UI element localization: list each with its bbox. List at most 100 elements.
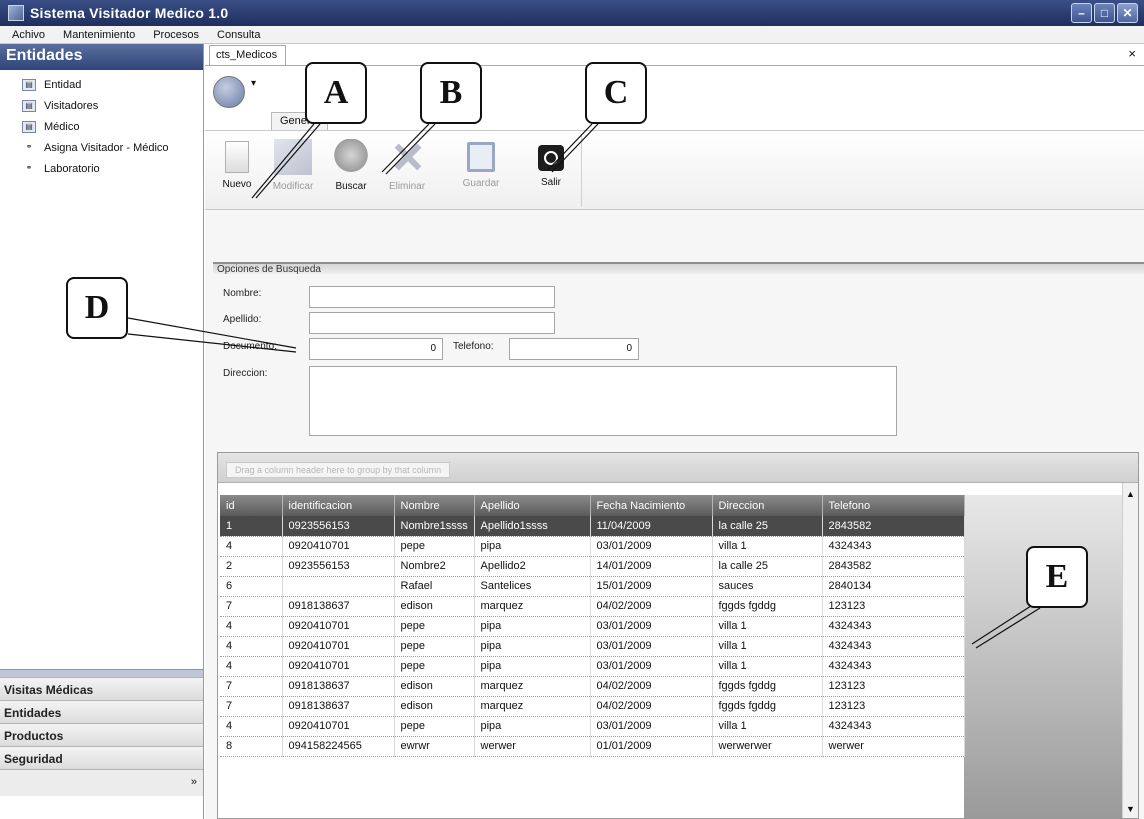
nav-item-asigna-visitador[interactable]: ⚭ Asigna Visitador - Médico xyxy=(0,137,203,158)
cell-fecha: 03/01/2009 xyxy=(590,616,713,637)
nav-item-medico[interactable]: ▤ Médico xyxy=(0,116,203,137)
cell-id: 4 xyxy=(220,536,283,557)
column-header-direccion[interactable]: Direccion xyxy=(712,495,823,516)
column-header-fecha-nacimiento[interactable]: Fecha Nacimiento xyxy=(590,495,713,516)
table-row[interactable]: 4 0920410701 pepe pipa 03/01/2009 villa 1 4324… xyxy=(220,656,965,677)
direccion-textarea[interactable] xyxy=(309,366,897,436)
buscar-button[interactable]: Buscar xyxy=(325,139,377,192)
header-row: id identificacion Nombre Apellido Fecha … xyxy=(220,495,965,516)
table-row[interactable]: 7 0918138637 edison marquez 04/02/2009 fggds … xyxy=(220,596,965,617)
cell-identificacion: 0920410701 xyxy=(282,616,395,637)
cell-direccion: fggds fgddg xyxy=(712,696,823,717)
telefono-label: Telefono: xyxy=(453,341,494,352)
minimize-button[interactable]: – xyxy=(1071,3,1092,23)
cell-direccion: sauces xyxy=(712,576,823,597)
cell-id: 4 xyxy=(220,616,283,637)
table-row[interactable]: 2 0923556153 Nombre2 Apellido2 14/01/2009 la … xyxy=(220,556,965,577)
table-row[interactable]: 8 094158224565 ewrwr werwer 01/01/2009 werwer… xyxy=(220,736,965,757)
eliminar-button[interactable]: Eliminar xyxy=(381,139,433,192)
cell-telefono: 123123 xyxy=(822,696,965,717)
chevron-down-icon[interactable]: » xyxy=(191,776,197,788)
cell-identificacion: 0918138637 xyxy=(282,596,395,617)
delete-icon xyxy=(388,139,426,175)
cell-identificacion: 0923556153 xyxy=(282,516,395,537)
navigation-panel: Entidades ▤ Entidad ▤ Visitadores ▤ Médi… xyxy=(0,44,204,819)
column-header-id[interactable]: id xyxy=(220,495,283,516)
cell-nombre: ewrwr xyxy=(394,736,475,757)
callout-b: B xyxy=(420,62,482,124)
cell-apellido: pipa xyxy=(474,616,591,637)
section-entidades[interactable]: Entidades xyxy=(0,700,203,723)
cell-id: 7 xyxy=(220,596,283,617)
column-header-telefono[interactable]: Telefono xyxy=(822,495,965,516)
salir-button[interactable]: Salir xyxy=(525,139,577,188)
application-orb-icon[interactable] xyxy=(213,76,245,108)
ribbon-toolbar: Nuevo Modificar Buscar Eliminar Guardar … xyxy=(205,130,1144,210)
documento-input[interactable]: 0 xyxy=(309,338,443,360)
panel-splitter[interactable] xyxy=(0,669,203,677)
nav-item-label: Laboratorio xyxy=(44,162,100,175)
quick-access-dropdown[interactable]: ▾ xyxy=(251,78,256,89)
cell-apellido: marquez xyxy=(474,596,591,617)
form-icon: ▤ xyxy=(22,99,36,112)
table-row[interactable]: 4 0920410701 pepe pipa 03/01/2009 villa 1 4324… xyxy=(220,636,965,657)
telefono-input[interactable]: 0 xyxy=(509,338,639,360)
scroll-up-icon[interactable]: ▲ xyxy=(1126,489,1135,499)
table-row[interactable]: 4 0920410701 pepe pipa 03/01/2009 villa 1 4324… xyxy=(220,716,965,737)
cell-id: 8 xyxy=(220,736,283,757)
apellido-input[interactable] xyxy=(309,312,555,334)
cell-telefono: 4324343 xyxy=(822,636,965,657)
callout-e: E xyxy=(1026,546,1088,608)
menu-procesos[interactable]: Procesos xyxy=(153,29,199,41)
close-tab-icon[interactable]: × xyxy=(1128,46,1136,61)
table-row[interactable]: 1 0923556153 Nombre1ssss Apellido1ssss 11/04… xyxy=(220,516,965,537)
column-header-apellido[interactable]: Apellido xyxy=(474,495,591,516)
guardar-button[interactable]: Guardar xyxy=(455,139,507,189)
table-row[interactable]: 4 0920410701 pepe pipa 03/01/2009 villa 1 4324… xyxy=(220,536,965,557)
cell-telefono: 4324343 xyxy=(822,536,965,557)
vertical-scrollbar[interactable]: ▲ ▼ xyxy=(1122,483,1138,818)
apellido-label: Apellido: xyxy=(223,314,262,325)
cell-direccion: fggds fgddg xyxy=(712,676,823,697)
app-icon xyxy=(8,5,24,21)
cell-telefono: 123123 xyxy=(822,676,965,697)
table-row[interactable]: 7 0918138637 edison marquez 04/02/2009 fggds … xyxy=(220,676,965,697)
section-seguridad[interactable]: Seguridad xyxy=(0,746,203,769)
nombre-input[interactable] xyxy=(309,286,555,308)
cell-apellido: marquez xyxy=(474,696,591,717)
table-row[interactable]: 6 Rafael Santelices 15/01/2009 sauces 2840134 xyxy=(220,576,965,597)
table-row[interactable]: 4 0920410701 pepe pipa 03/01/2009 villa 1 4324… xyxy=(220,616,965,637)
nav-item-entidad[interactable]: ▤ Entidad xyxy=(0,74,203,95)
nav-item-laboratorio[interactable]: ⚭ Laboratorio xyxy=(0,158,203,179)
cell-telefono: 2843582 xyxy=(822,556,965,577)
table-row[interactable]: 7 0918138637 edison marquez 04/02/2009 fggds … xyxy=(220,696,965,717)
column-header-nombre[interactable]: Nombre xyxy=(394,495,475,516)
tab-cts-medicos[interactable]: cts_Medicos xyxy=(209,45,287,65)
scroll-down-icon[interactable]: ▼ xyxy=(1126,804,1135,814)
direccion-label: Direccion: xyxy=(223,368,268,379)
nuevo-button[interactable]: Nuevo xyxy=(211,139,263,190)
cell-telefono: 2840134 xyxy=(822,576,965,597)
section-productos[interactable]: Productos xyxy=(0,723,203,746)
cell-apellido: werwer xyxy=(474,736,591,757)
nav-item-visitadores[interactable]: ▤ Visitadores xyxy=(0,95,203,116)
menu-archivo[interactable]: Achivo xyxy=(12,29,45,41)
cell-fecha: 03/01/2009 xyxy=(590,536,713,557)
group-by-area[interactable]: Drag a column header here to group by th… xyxy=(218,453,1138,483)
cell-apellido: marquez xyxy=(474,676,591,697)
modificar-label: Modificar xyxy=(272,181,314,192)
main-area: cts_Medicos × ▾ General Nuevo Modificar … xyxy=(205,44,1144,819)
column-header-identificacion[interactable]: identificacion xyxy=(282,495,395,516)
cell-identificacion: 0923556153 xyxy=(282,556,395,577)
modificar-button[interactable]: Modificar xyxy=(267,139,319,192)
close-window-button[interactable]: ✕ xyxy=(1117,3,1138,23)
maximize-button[interactable]: □ xyxy=(1094,3,1115,23)
cell-nombre: Nombre2 xyxy=(394,556,475,577)
nav-header: Entidades xyxy=(0,44,203,70)
cell-apellido: Santelices xyxy=(474,576,591,597)
group-by-hint: Drag a column header here to group by th… xyxy=(226,462,451,478)
section-visitas-medicas[interactable]: Visitas Médicas xyxy=(0,677,203,700)
menu-consulta[interactable]: Consulta xyxy=(217,29,260,41)
ribbon-group: Nuevo Modificar Buscar Eliminar Guardar … xyxy=(205,135,582,207)
menu-mantenimiento[interactable]: Mantenimiento xyxy=(63,29,135,41)
